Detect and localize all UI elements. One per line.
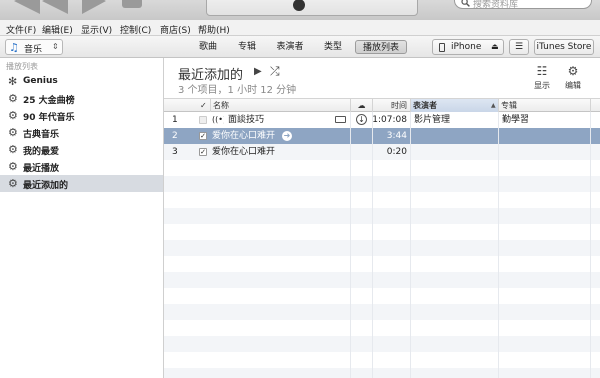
column-divider: [350, 112, 351, 378]
gear-icon: ⚙: [8, 177, 18, 190]
status-display: [206, 0, 418, 16]
sidebar-item-recently-played[interactable]: ⚙ 最近播放: [0, 158, 163, 175]
menu-view[interactable]: 显示(V): [81, 23, 112, 36]
gear-icon: ⚙: [8, 92, 18, 105]
sidebar-item-label: 25 大金曲榜: [23, 96, 75, 106]
shuffle-icon[interactable]: ⤮: [270, 64, 280, 79]
tab-genres[interactable]: 类型: [316, 40, 350, 54]
library-selector[interactable]: ♫ 音乐 ⇕: [5, 39, 63, 55]
tab-albums[interactable]: 专辑: [230, 40, 264, 54]
tab-songs[interactable]: 歌曲: [191, 40, 225, 54]
column-album[interactable]: 专辑: [498, 99, 590, 112]
sidebar-item-label: 90 年代音乐: [23, 113, 75, 123]
iphone-button[interactable]: iPhone ⏏: [432, 39, 504, 55]
edit-icon: ⚙: [567, 64, 579, 78]
iphone-icon: [439, 43, 445, 52]
music-note-icon: ♫: [9, 41, 19, 54]
tab-artists[interactable]: 表演者: [269, 40, 311, 54]
column-artist-label: 表演者: [413, 101, 437, 110]
sidebar-heading: 播放列表: [6, 62, 38, 71]
genius-icon: ✻: [8, 75, 18, 88]
view-options-button[interactable]: ☷ 显示: [531, 64, 553, 91]
column-divider: [590, 112, 591, 378]
column-name[interactable]: 名称: [210, 99, 350, 112]
gear-icon: ⚙: [8, 160, 18, 173]
search-icon: [461, 0, 470, 7]
play-icon[interactable]: [78, 0, 108, 16]
iphone-label: iPhone: [451, 42, 482, 52]
apple-icon: [293, 0, 305, 11]
sidebar-item-classical[interactable]: ⚙ 古典音乐: [0, 124, 163, 141]
search-placeholder: 搜索资料库: [473, 0, 519, 10]
sidebar: 播放列表 ✻ Genius ⚙ 25 大金曲榜 ⚙ 90 年代音乐 ⚙ 古典音乐…: [0, 58, 164, 378]
column-time[interactable]: 时间: [372, 99, 410, 112]
column-cloud[interactable]: ☁: [350, 99, 372, 112]
edit-label: 编辑: [565, 81, 581, 90]
menu-controls[interactable]: 控制(C): [120, 23, 151, 36]
sidebar-item-recently-added[interactable]: ⚙ 最近添加的: [0, 175, 163, 192]
column-divider: [372, 112, 373, 378]
sidebar-item-label: 最近添加的: [23, 181, 69, 191]
sidebar-item-genius[interactable]: ✻ Genius: [0, 73, 163, 90]
player-toolbar: 搜索资料库: [0, 0, 600, 20]
track-list: 1 ((•)) 面談技巧 ↓ 1:07:08 影片管理 勤學習 2 ✓ 爱你在心…: [164, 112, 600, 378]
sidebar-item-top25[interactable]: ⚙ 25 大金曲榜: [0, 90, 163, 107]
table-header: ✓ 名称 ☁ 时间 表演者 ▲ 专辑: [164, 98, 600, 112]
column-divider: [498, 112, 499, 378]
volume-icon[interactable]: [118, 0, 148, 16]
chevron-updown-icon: ⇕: [52, 42, 59, 51]
column-extra[interactable]: [590, 99, 600, 112]
sidebar-item-label: 古典音乐: [23, 130, 60, 140]
eject-icon[interactable]: ⏏: [491, 40, 499, 54]
column-dividers: [164, 112, 600, 378]
column-divider: [410, 112, 411, 378]
search-field[interactable]: 搜索资料库: [454, 0, 592, 10]
view-options-label: 显示: [534, 81, 550, 90]
gear-icon: ⚙: [8, 143, 18, 156]
library-label: 音乐: [24, 45, 43, 55]
menu-store[interactable]: 商店(S): [160, 23, 191, 36]
hamburger-icon: ☰: [514, 42, 524, 52]
menu-help[interactable]: 帮助(H): [198, 23, 230, 36]
menu-file[interactable]: 文件(F): [6, 23, 36, 36]
library-toolbar: ♫ 音乐 ⇕ 歌曲 专辑 表演者 类型 播放列表 iPhone ⏏ ☰ iTun…: [0, 36, 600, 58]
itunes-store-button[interactable]: iTunes Store: [534, 39, 594, 55]
list-menu-button[interactable]: ☰: [509, 39, 529, 55]
play-icon[interactable]: ▶: [254, 66, 262, 77]
main-panel: 最近添加的 ▶ ⤮ 3 个项目，1 小时 12 分钟 ☷ 显示 ⚙ 编辑 ✓ 名…: [164, 58, 600, 378]
gear-icon: ⚙: [8, 109, 18, 122]
sidebar-item-favorites[interactable]: ⚙ 我的最爱: [0, 141, 163, 158]
tab-playlists[interactable]: 播放列表: [355, 40, 407, 54]
sidebar-item-label: 最近播放: [23, 164, 60, 174]
rewind-icon[interactable]: [8, 0, 72, 16]
sort-ascending-icon: ▲: [491, 102, 496, 109]
edit-button[interactable]: ⚙ 编辑: [562, 64, 584, 91]
playlist-header: 最近添加的 ▶ ⤮ 3 个项目，1 小时 12 分钟 ☷ 显示 ⚙ 编辑: [164, 58, 600, 98]
sidebar-item-label: 我的最爱: [23, 147, 60, 157]
sidebar-item-label: Genius: [23, 76, 58, 86]
sidebar-item-90s[interactable]: ⚙ 90 年代音乐: [0, 107, 163, 124]
cloud-icon: ☁: [357, 101, 366, 110]
playlist-summary: 3 个项目，1 小时 12 分钟: [178, 85, 297, 96]
view-options-icon: ☷: [536, 64, 548, 78]
gear-icon: ⚙: [8, 126, 18, 139]
column-artist[interactable]: 表演者 ▲: [410, 99, 498, 112]
menu-edit[interactable]: 编辑(E): [42, 23, 73, 36]
menu-bar: 文件(F) 编辑(E) 显示(V) 控制(C) 商店(S) 帮助(H): [0, 20, 600, 36]
